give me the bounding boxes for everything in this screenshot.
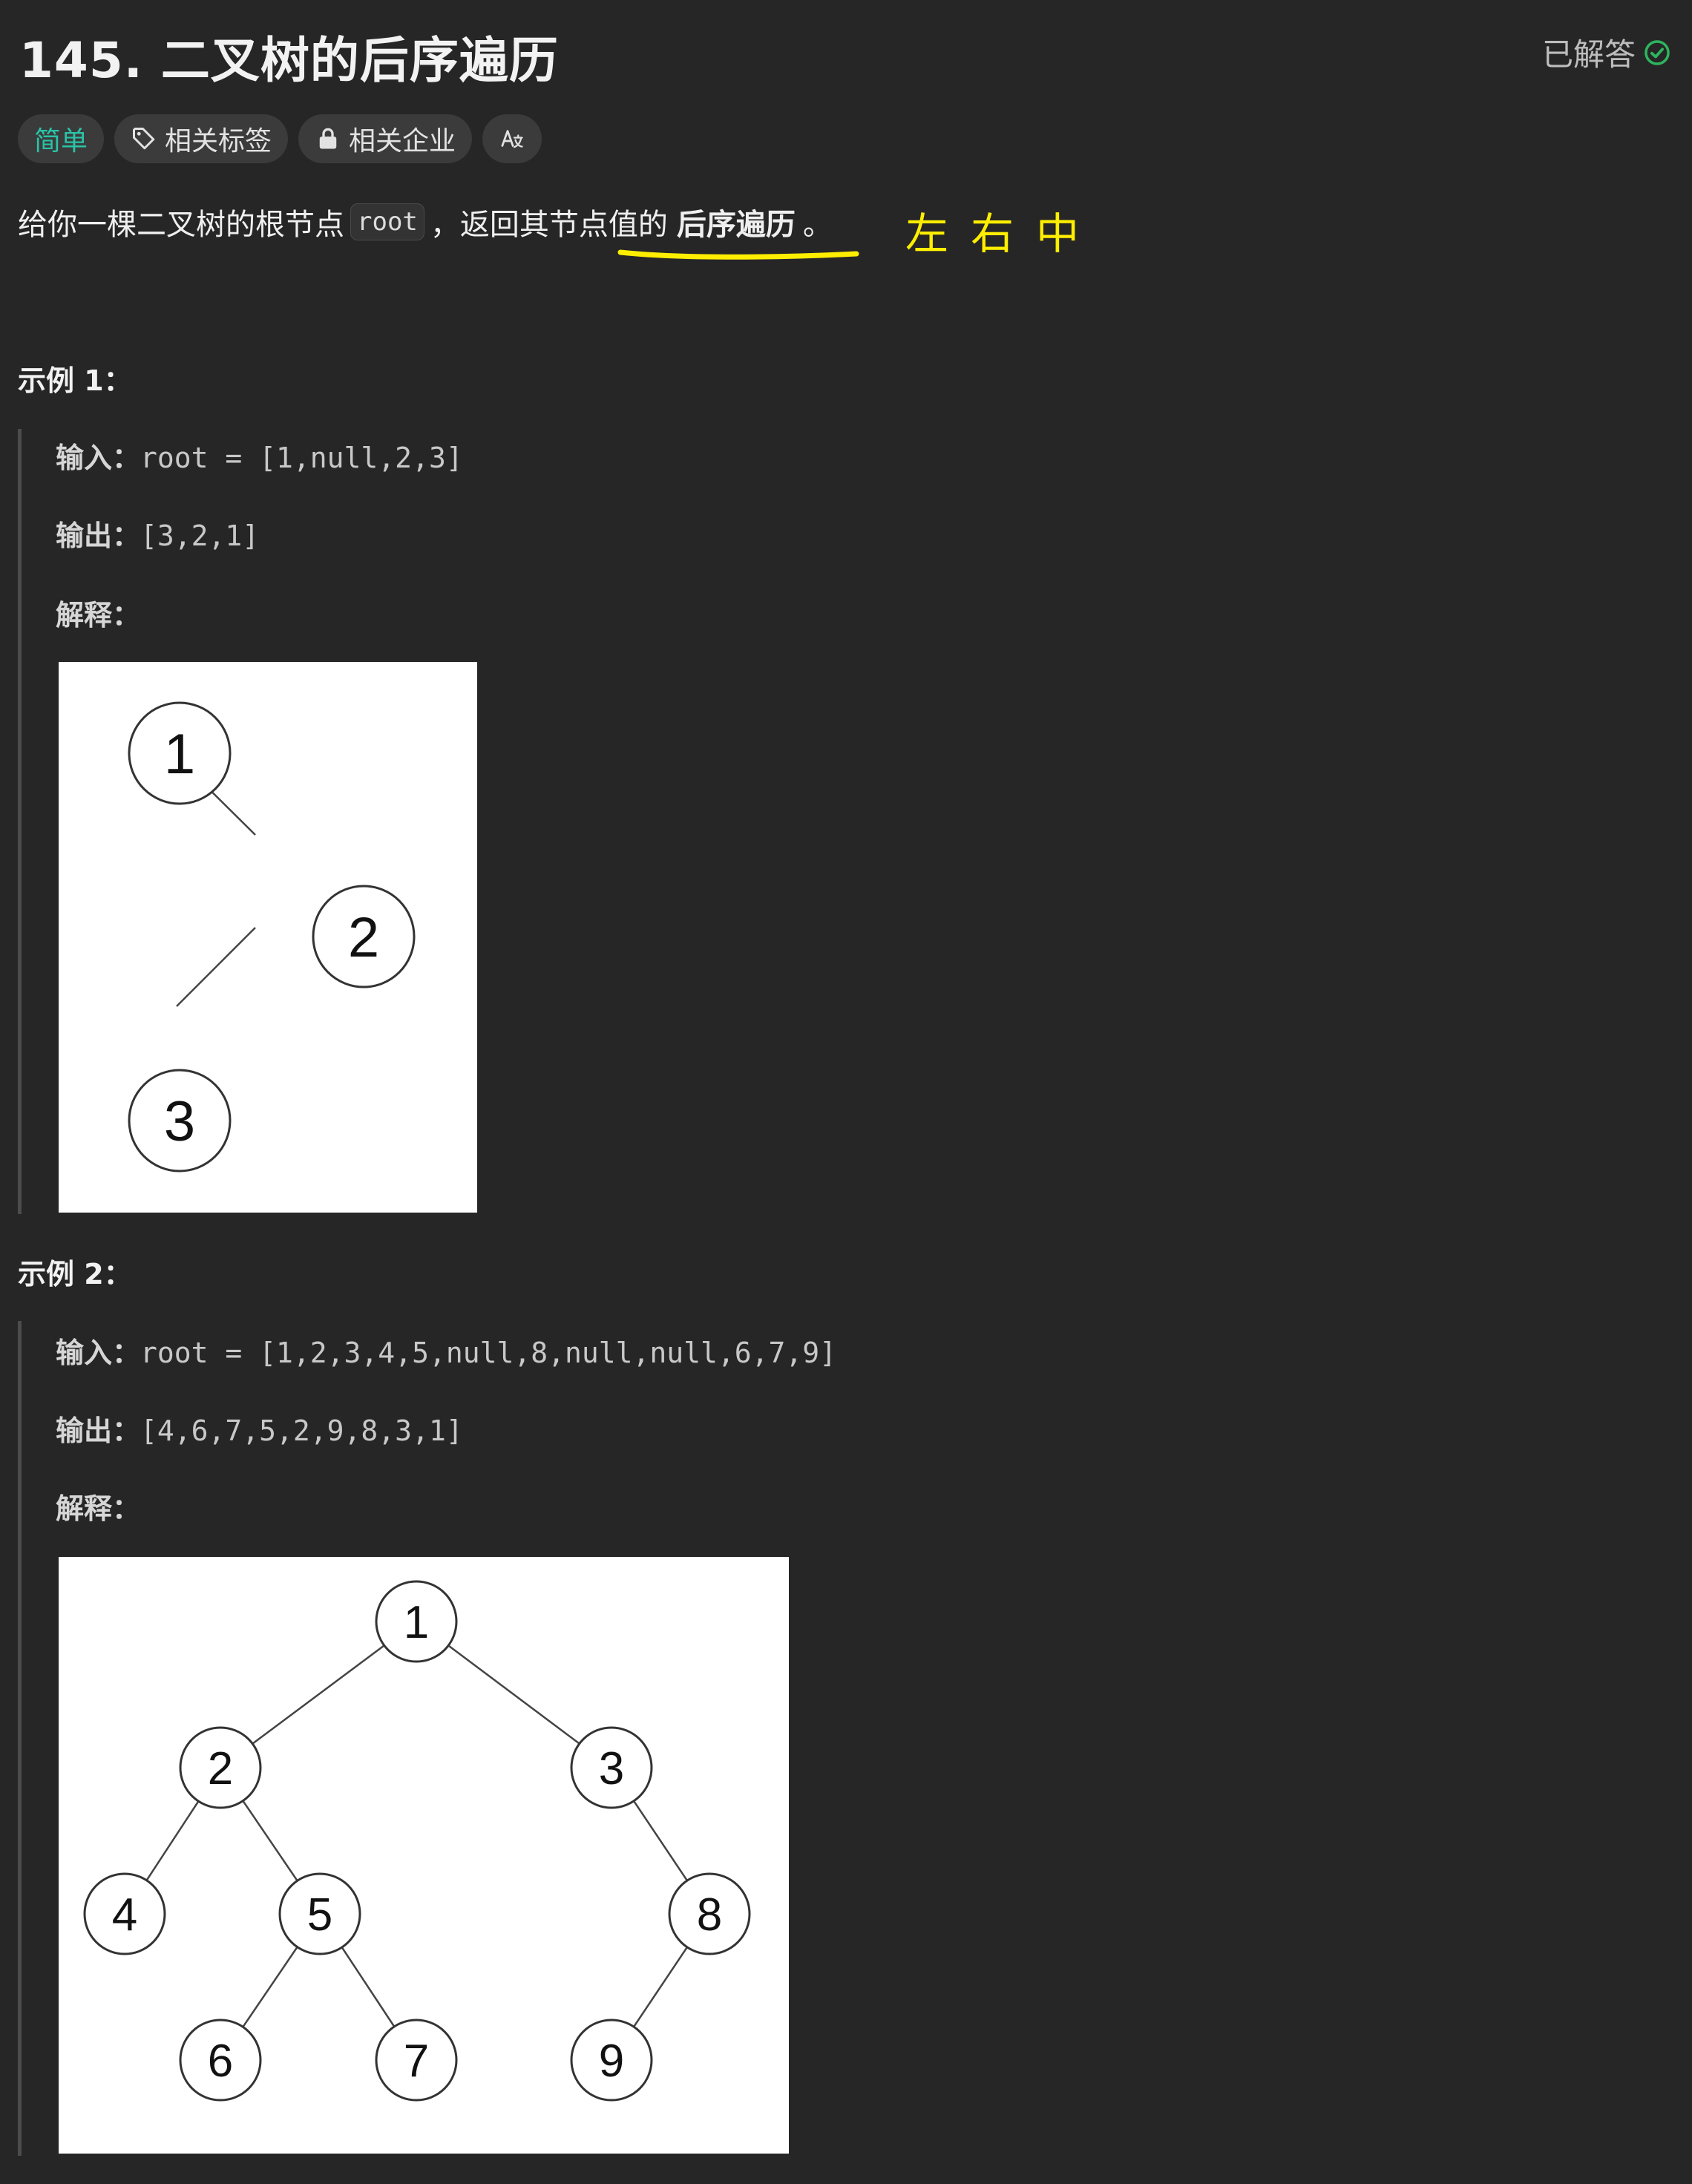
tag-icon xyxy=(133,128,155,150)
example-2-tree-diagram: 1 2 3 4 5 8 6 7 9 xyxy=(59,1557,789,2154)
output-label: 输出： xyxy=(56,519,141,552)
difficulty-label: 简单 xyxy=(34,126,88,157)
example-1-explain: 解释： xyxy=(56,592,140,633)
problem-description: 给你一棵二叉树的根节点 root ，返回其节点值的 后序遍历 。 xyxy=(18,200,833,243)
related-companies-button[interactable]: 相关企业 xyxy=(298,114,473,163)
tree-node: 7 xyxy=(375,2019,458,2102)
svg-text:2: 2 xyxy=(208,1743,233,1794)
example-1-tree-diagram: 1 2 3 xyxy=(59,662,477,1213)
translate-button[interactable] xyxy=(482,114,542,163)
explain-label: 解释： xyxy=(56,1492,141,1525)
svg-text:7: 7 xyxy=(404,2036,429,2087)
inline-code-root: root xyxy=(350,203,424,240)
yellow-underline-mark xyxy=(617,249,859,260)
example-1-output: 输出：[3,2,1] xyxy=(56,513,259,554)
svg-text:9: 9 xyxy=(599,2036,624,2087)
tree-node: 3 xyxy=(570,1726,653,1809)
description-text: 给你一棵二叉树的根节点 xyxy=(18,208,344,242)
svg-text:5: 5 xyxy=(307,1889,332,1941)
lock-icon xyxy=(319,128,337,149)
example-1-title: 示例 1： xyxy=(18,364,132,397)
svg-text:8: 8 xyxy=(697,1889,722,1941)
explain-label: 解释： xyxy=(56,599,141,632)
page-title: 145. 二叉树的后序遍历 xyxy=(19,32,559,89)
tree-node: 5 xyxy=(278,1872,361,1955)
svg-text:2: 2 xyxy=(348,906,379,969)
example-2-title: 示例 2： xyxy=(18,1258,132,1291)
input-label: 输入： xyxy=(56,442,141,474)
tree-node: 6 xyxy=(179,2019,262,2102)
svg-text:3: 3 xyxy=(164,1090,195,1153)
example-1-block: 输入：root = [1,null,2,3] 输出：[3,2,1] 解释： 1 … xyxy=(18,429,477,1214)
output-value: [3,2,1] xyxy=(140,519,260,552)
output-label: 输出： xyxy=(56,1414,141,1447)
tree-node: 2 xyxy=(179,1726,262,1809)
example-2-output: 输出：[4,6,7,5,2,9,8,3,1] xyxy=(56,1408,463,1449)
example-2-input: 输入：root = [1,2,3,4,5,null,8,null,null,6,… xyxy=(56,1330,836,1371)
solved-label: 已解答 xyxy=(1541,36,1636,73)
description-suffix: 。 xyxy=(802,208,833,242)
tree-svg: 1 2 3 4 5 8 6 7 9 xyxy=(83,1580,751,2102)
input-value: root = [1,2,3,4,5,null,8,null,null,6,7,9… xyxy=(140,1337,837,1369)
tree-node: 1 xyxy=(375,1580,458,1663)
description-bold: 后序遍历 xyxy=(676,208,796,242)
tree-edge xyxy=(176,927,256,1007)
translate-icon xyxy=(501,130,523,148)
solved-status: 已解答 xyxy=(1542,30,1671,75)
svg-text:6: 6 xyxy=(208,2036,233,2087)
svg-text:4: 4 xyxy=(112,1889,137,1941)
output-value: [4,6,7,5,2,9,8,3,1] xyxy=(140,1414,463,1447)
svg-text:1: 1 xyxy=(404,1597,429,1648)
tag-bar: 简单 相关标签 相关企业 xyxy=(18,114,542,163)
tree-node: 2 xyxy=(312,885,416,988)
related-tags-button[interactable]: 相关标签 xyxy=(114,114,289,163)
difficulty-tag[interactable]: 简单 xyxy=(18,114,105,163)
example-1-input: 输入：root = [1,null,2,3] xyxy=(56,435,463,476)
handwritten-annotation: 左右中 xyxy=(905,209,1102,259)
example-2-explain: 解释： xyxy=(56,1486,140,1526)
tree-node: 9 xyxy=(570,2019,653,2102)
tree-svg: 1 2 3 xyxy=(128,701,416,1173)
related-companies-label: 相关企业 xyxy=(349,126,456,157)
tree-node: 8 xyxy=(668,1872,751,1955)
tree-node: 4 xyxy=(83,1872,166,1955)
related-tags-label: 相关标签 xyxy=(165,126,272,157)
input-label: 输入： xyxy=(56,1337,141,1369)
svg-text:3: 3 xyxy=(599,1743,624,1794)
tree-node: 1 xyxy=(128,701,232,805)
input-value: root = [1,null,2,3] xyxy=(140,442,463,474)
tree-node: 3 xyxy=(128,1069,232,1173)
description-text-middle: ，返回其节点值的 xyxy=(430,208,668,242)
example-2-block: 输入：root = [1,2,3,4,5,null,8,null,null,6,… xyxy=(18,1321,836,2156)
check-circle-icon xyxy=(1645,39,1670,65)
svg-text:1: 1 xyxy=(164,723,195,786)
